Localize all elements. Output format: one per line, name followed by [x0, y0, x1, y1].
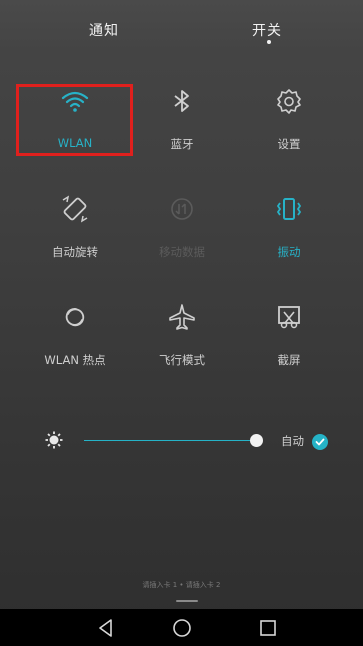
recents-icon[interactable]	[257, 617, 279, 639]
navigation-bar	[0, 609, 363, 646]
check-icon	[315, 438, 325, 446]
tile-label: 截屏	[277, 353, 301, 367]
tile-airplane[interactable]: 飞行模式	[127, 302, 237, 374]
vibrate-icon	[274, 194, 304, 224]
airplane-icon	[167, 302, 197, 332]
back-icon[interactable]	[95, 617, 117, 639]
bluetooth-icon	[167, 86, 197, 116]
tile-label: 自动旋转	[52, 245, 98, 259]
auto-rotate-icon	[60, 194, 90, 224]
tab-toggles[interactable]: 开关	[207, 20, 327, 40]
tile-vibrate[interactable]: 振动	[234, 194, 344, 266]
sim-status-text: 请插入卡 1 • 请插入卡 2	[142, 581, 221, 589]
settings-gear-icon	[274, 86, 304, 116]
brightness-sun-icon	[45, 431, 63, 453]
tile-label: 飞行模式	[159, 353, 205, 367]
auto-brightness-label: 自动	[281, 434, 304, 448]
hotspot-icon	[60, 302, 90, 332]
tab-notifications[interactable]: 通知	[44, 20, 164, 40]
tile-label: 振动	[277, 245, 301, 259]
tile-bluetooth[interactable]: 蓝牙	[127, 86, 237, 158]
brightness-slider-knob[interactable]	[250, 434, 263, 447]
selection-highlight-box	[16, 84, 133, 156]
tile-label: 设置	[277, 137, 301, 151]
active-tab-indicator	[267, 40, 271, 44]
tile-hotspot[interactable]: WLAN 热点	[20, 302, 130, 374]
screenshot-icon	[274, 302, 304, 332]
tile-mobile-data[interactable]: 移动数据	[127, 194, 237, 266]
panel-drag-handle[interactable]	[176, 600, 198, 602]
tile-auto-rotate[interactable]: 自动旋转	[20, 194, 130, 266]
mobile-data-icon	[167, 194, 197, 224]
brightness-slider-track[interactable]	[84, 440, 258, 441]
tile-label: 蓝牙	[170, 137, 194, 151]
home-icon[interactable]	[171, 617, 193, 639]
tile-screenshot[interactable]: 截屏	[234, 302, 344, 374]
tile-label: 移动数据	[159, 245, 205, 259]
tile-label: WLAN 热点	[44, 353, 106, 367]
tile-settings[interactable]: 设置	[234, 86, 344, 158]
auto-brightness-checkbox[interactable]	[312, 434, 328, 450]
